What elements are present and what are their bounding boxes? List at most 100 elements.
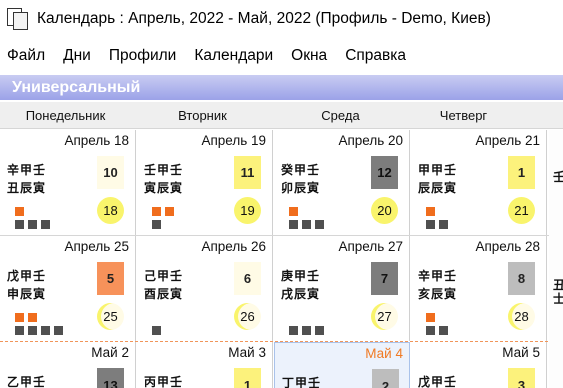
pillar-stems-row: 丙甲壬 (144, 375, 184, 388)
gray-marker (289, 220, 298, 229)
menu-windows[interactable]: Окна (291, 47, 327, 65)
menu-file[interactable]: Файл (7, 47, 45, 65)
day-cell[interactable]: Апрель 27 庚甲壬 戌辰寅 7 27 (274, 236, 410, 341)
day-header-thursday: Четверг (439, 108, 488, 123)
gray-marker (439, 220, 448, 229)
day-number-box: 8 (508, 262, 535, 295)
calendar-grid: Апрель 18 辛甲壬 丑辰寅 10 18 Апрель 19 壬甲壬 寅辰寅 11 19 Ап… (0, 130, 563, 388)
day-number-box: 10 (97, 156, 124, 189)
gray-marker (302, 220, 311, 229)
day-header-monday: Понедельник (25, 108, 106, 123)
week-separator (0, 235, 563, 236)
gray-marker (289, 326, 298, 335)
day-number-box: 12 (371, 156, 398, 189)
orange-marker (28, 313, 37, 322)
gray-marker (41, 220, 50, 229)
pillar-branches-row: 亥辰寅 (418, 287, 458, 301)
day-number-box: 6 (234, 262, 261, 295)
day-cell[interactable]: Май 5 戊甲壬 3 (411, 342, 547, 388)
menu-calendars[interactable]: Календари (194, 47, 273, 65)
day-number-box: 13 (97, 368, 124, 388)
event-markers-row2 (15, 322, 67, 340)
moon-full-badge: 21 (508, 197, 535, 224)
orange-marker (426, 207, 435, 216)
day-date-label: Апрель 26 (201, 239, 266, 254)
gray-marker (54, 326, 63, 335)
day-header-wednesday: Среда (321, 108, 360, 123)
gray-marker (439, 326, 448, 335)
orange-marker (15, 207, 24, 216)
pillar-stems-row: 辛甲壬 (418, 269, 458, 283)
calendar-app-icon (7, 8, 29, 30)
orange-marker (289, 207, 298, 216)
title-bar: Календарь : Апрель, 2022 - Май, 2022 (Пр… (0, 0, 563, 38)
day-number-box: 2 (372, 369, 399, 388)
pillar-stems-row: 壬甲壬 (144, 163, 184, 177)
orange-marker (165, 207, 174, 216)
pillar-branches-row: 卯辰寅 (281, 181, 321, 195)
window-title: Календарь : Апрель, 2022 - Май, 2022 (Пр… (37, 10, 491, 27)
orange-marker (426, 313, 435, 322)
pillar-branches-row: 申辰寅 (7, 287, 47, 301)
day-number-box: 1 (234, 368, 261, 388)
pillar-branches-row: 辰辰寅 (418, 181, 458, 195)
moon-full-badge: 20 (371, 197, 398, 224)
day-date-label: Апрель 19 (201, 133, 266, 148)
pillar-stems-row: 己甲壬 (144, 269, 184, 283)
gray-marker (152, 220, 161, 229)
gray-marker (28, 326, 37, 335)
pillar-stems-row: 丁甲壬 (282, 376, 322, 388)
pillar-stems-row: 庚甲壬 (281, 269, 321, 283)
pillar-stems-row: 甲甲壬 (418, 163, 458, 177)
day-cell[interactable]: Май 4 丁甲壬 2 (274, 342, 410, 388)
day-cell[interactable]: Апрель 25 戊甲壬 申辰寅 5 25 (0, 236, 136, 341)
day-number-box: 11 (234, 156, 261, 189)
view-title: Универсальный (12, 78, 141, 96)
pillar-stems-row: 辛甲壬 (7, 163, 47, 177)
gray-marker (426, 220, 435, 229)
day-cell[interactable]: Май 2 乙甲壬 13 (0, 342, 136, 388)
day-cell[interactable]: Апрель 19 壬甲壬寅辰寅 11 19 (137, 130, 273, 235)
day-date-label: Апрель 20 (338, 133, 403, 148)
day-header-tuesday: Вторник (178, 108, 227, 123)
day-cell[interactable]: Апрель 28 辛甲壬 亥辰寅 8 28 (411, 236, 547, 341)
day-date-label: Май 2 (91, 345, 129, 360)
day-date-label: Май 3 (228, 345, 266, 360)
event-markers-row2 (152, 322, 165, 340)
event-markers-row2 (289, 322, 328, 340)
moon-crescent-badge: 27 (371, 303, 398, 330)
cut-chars-row3: 士 (553, 292, 563, 306)
day-date-label: Апрель 25 (64, 239, 129, 254)
event-markers-row2 (289, 216, 328, 234)
pillar-branches-row: 寅辰寅 (144, 181, 184, 195)
event-markers-row2 (152, 216, 165, 234)
day-cell[interactable]: Апрель 18 辛甲壬 丑辰寅 10 18 (0, 130, 136, 235)
moon-crescent-badge: 25 (97, 303, 124, 330)
day-number-box: 3 (508, 368, 535, 388)
menu-profiles[interactable]: Профили (109, 47, 177, 65)
day-number-box: 5 (97, 262, 124, 295)
gray-marker (315, 326, 324, 335)
menu-days[interactable]: Дни (63, 47, 91, 65)
day-number-box: 1 (508, 156, 535, 189)
day-date-label: Апрель 18 (64, 133, 129, 148)
day-number-box: 7 (371, 262, 398, 295)
gray-marker (302, 326, 311, 335)
day-cell[interactable]: Апрель 20 癸甲壬 卯辰寅 12 20 (274, 130, 410, 235)
day-cell[interactable]: Май 3 丙甲壬 1 (137, 342, 273, 388)
day-cell[interactable]: Апрель 26 己甲壬酉辰寅 6 26 (137, 236, 273, 341)
pillar-branches-row: 丑辰寅 (7, 181, 47, 195)
day-cell[interactable]: Апрель 21 甲甲壬 辰辰寅 1 21 (411, 130, 547, 235)
pillar-stems-row: 乙甲壬 (7, 375, 47, 388)
day-date-label: Май 5 (502, 345, 540, 360)
pillar-branches-row: 酉辰寅 (144, 287, 184, 301)
day-date-label: Апрель 28 (475, 239, 540, 254)
gray-marker (426, 326, 435, 335)
menu-help[interactable]: Справка (345, 47, 406, 65)
moon-crescent-badge: 26 (234, 303, 261, 330)
pillar-branches-row: 戌辰寅 (281, 287, 321, 301)
gray-marker (152, 326, 161, 335)
day-date-label: Май 4 (365, 346, 403, 361)
event-markers-row2 (426, 216, 452, 234)
moon-full-badge: 19 (234, 197, 261, 224)
